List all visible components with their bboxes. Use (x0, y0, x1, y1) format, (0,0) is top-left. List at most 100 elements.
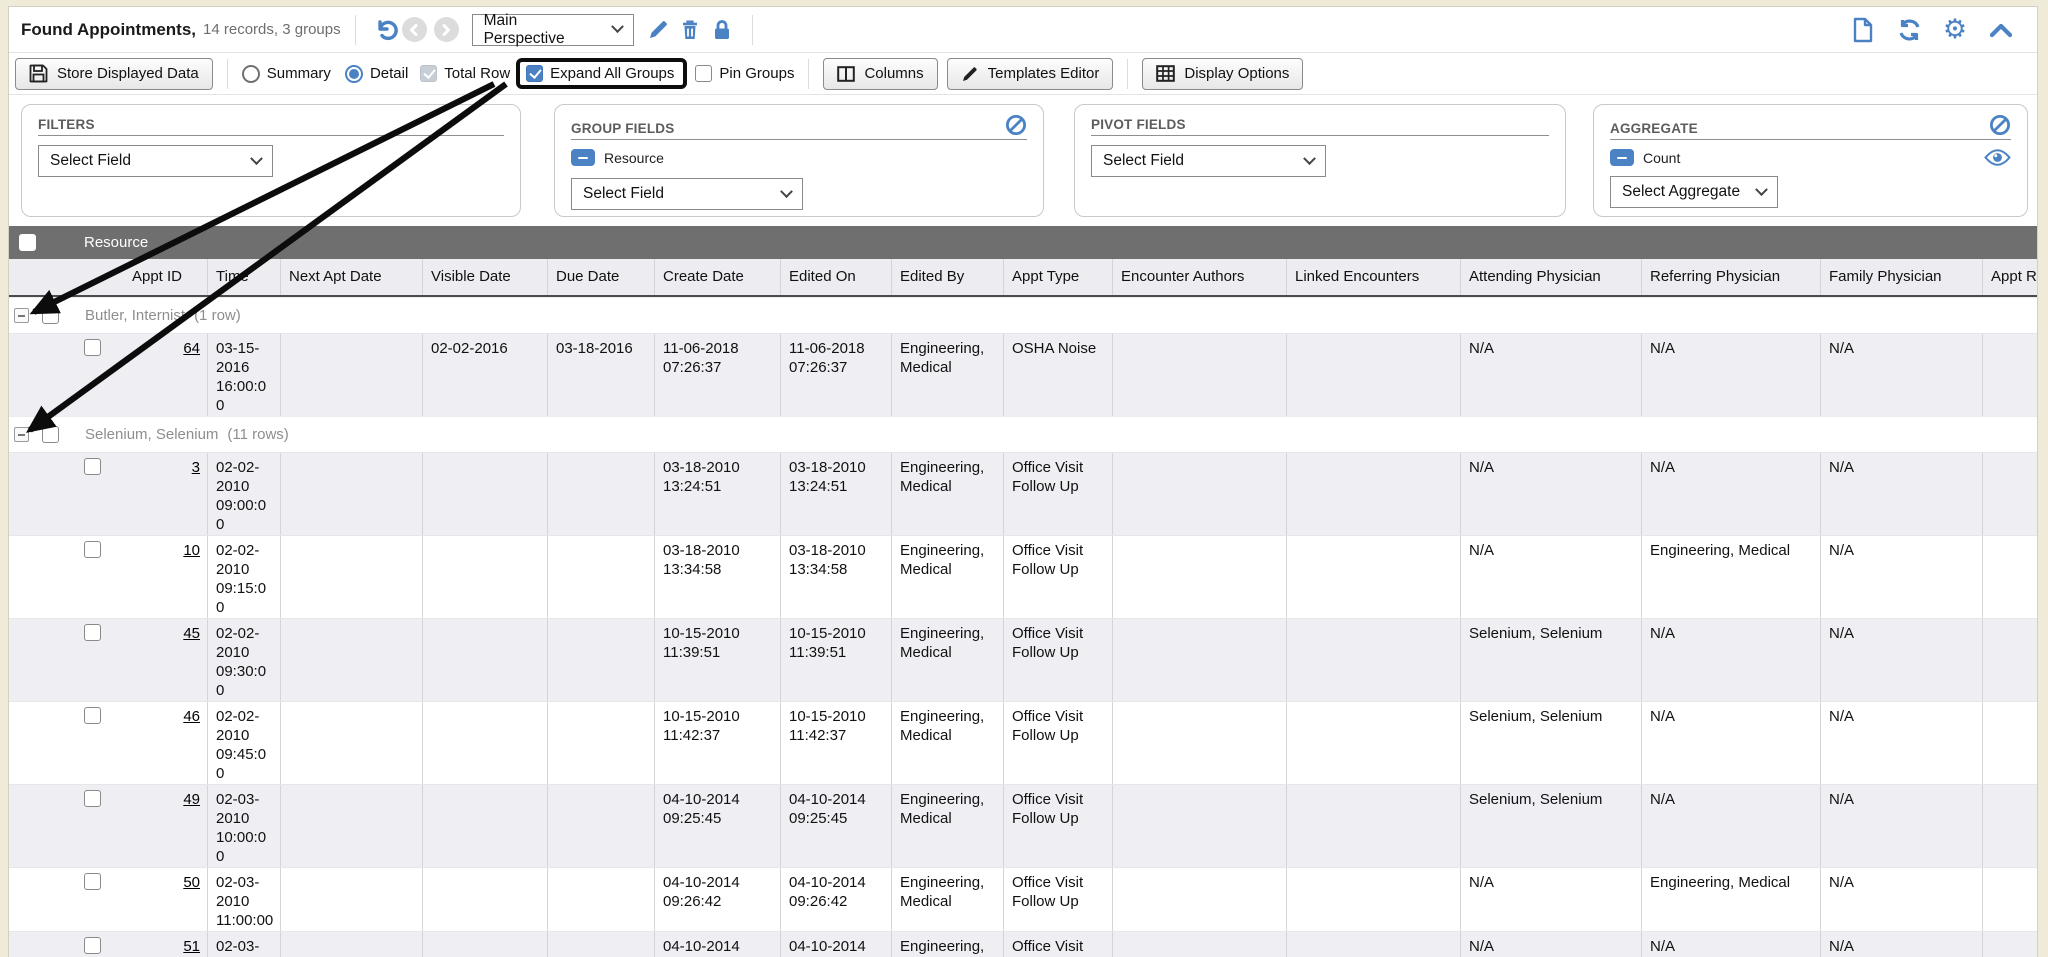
header-select-cell (9, 259, 106, 295)
column-header[interactable]: Next Apt Date (280, 259, 422, 295)
row-select-cell (9, 785, 106, 867)
delete-perspective-icon[interactable] (674, 14, 706, 46)
summary-radio[interactable]: Summary (242, 65, 331, 83)
undo-icon[interactable] (370, 14, 402, 46)
appt-id-link[interactable]: 51 (183, 938, 200, 955)
group-checkbox[interactable] (42, 307, 59, 324)
collapse-group-button[interactable] (14, 308, 29, 323)
table-cell: 04-10-2014 09:30:20 (654, 932, 780, 957)
column-header[interactable]: Visible Date (422, 259, 547, 295)
collapse-group-button[interactable] (14, 427, 29, 442)
row-checkbox[interactable] (84, 541, 101, 558)
column-header[interactable]: Linked Encounters (1286, 259, 1460, 295)
select-all-checkbox[interactable] (19, 234, 36, 251)
row-checkbox[interactable] (84, 339, 101, 356)
total-row-checkbox-box[interactable] (420, 65, 437, 82)
table-cell (547, 932, 654, 957)
column-header[interactable]: Attending Physician (1460, 259, 1641, 295)
lock-perspective-icon[interactable] (706, 14, 738, 46)
group-checkbox[interactable] (42, 426, 59, 443)
gear-icon[interactable]: ⚙ (1939, 14, 1971, 46)
refresh-icon[interactable] (1893, 14, 1925, 46)
expand-all-groups-checkbox[interactable] (526, 65, 543, 82)
store-displayed-data-button[interactable]: Store Displayed Data (15, 58, 213, 90)
column-header[interactable]: Create Date (654, 259, 780, 295)
columns-button[interactable]: Columns (823, 58, 937, 90)
table-cell: 02-03-2010 11:00:00 (207, 868, 280, 931)
new-document-icon[interactable] (1847, 14, 1879, 46)
save-icon (29, 64, 48, 83)
column-header[interactable]: Time (207, 259, 280, 295)
appt-id-link[interactable]: 3 (192, 459, 200, 476)
row-checkbox[interactable] (84, 458, 101, 475)
column-header[interactable]: Due Date (547, 259, 654, 295)
appt-id-link[interactable]: 50 (183, 874, 200, 891)
table-cell: Engineering, Medical (891, 619, 1003, 701)
table-cell: Office Visit Follow Up (1003, 536, 1112, 618)
clear-group-fields-icon[interactable] (1005, 114, 1027, 136)
detail-radio-circle[interactable] (345, 65, 363, 83)
chevron-down-icon (250, 152, 263, 165)
pivot-fields-header: PIVOT FIELDS (1091, 117, 1186, 132)
prev-perspective-icon[interactable] (402, 17, 427, 42)
next-perspective-icon[interactable] (434, 17, 459, 42)
aggregate-select[interactable]: Select Aggregate (1610, 176, 1778, 208)
row-checkbox[interactable] (84, 624, 101, 641)
perspective-select[interactable]: Main Perspective (472, 14, 634, 46)
table-cell (1982, 334, 2038, 416)
column-header[interactable]: Appt ID (106, 259, 207, 295)
column-header[interactable]: Family Physician (1820, 259, 1982, 295)
appt-id-link[interactable]: 10 (183, 542, 200, 559)
remove-group-field-button[interactable] (571, 149, 595, 166)
row-checkbox[interactable] (84, 790, 101, 807)
table-cell (547, 619, 654, 701)
table-cell (280, 619, 422, 701)
collapse-panel-icon[interactable] (1985, 14, 2017, 46)
appt-id-link[interactable]: 64 (183, 340, 200, 357)
aggregate-visibility-eye-icon[interactable] (1984, 149, 2011, 166)
clear-aggregate-icon[interactable] (1989, 114, 2011, 136)
row-checkbox[interactable] (84, 873, 101, 890)
group-row: Selenium, Selenium(11 rows) (9, 416, 2037, 452)
filters-select-field[interactable]: Select Field (38, 145, 273, 177)
row-checkbox[interactable] (84, 937, 101, 954)
pin-groups-checkbox-box[interactable] (695, 65, 712, 82)
appt-id-link[interactable]: 45 (183, 625, 200, 642)
group-fields-select-field[interactable]: Select Field (571, 178, 803, 210)
column-header[interactable]: Edited By (891, 259, 1003, 295)
row-checkbox[interactable] (84, 707, 101, 724)
templates-editor-button[interactable]: Templates Editor (947, 58, 1114, 90)
table-cell: 10-15-2010 11:42:37 (780, 702, 891, 784)
detail-radio[interactable]: Detail (345, 65, 408, 83)
table-cell: 11-06-2018 07:26:37 (654, 334, 780, 416)
table-cell: 04-10-2014 09:26:42 (654, 868, 780, 931)
pivot-select-field[interactable]: Select Field (1091, 145, 1326, 177)
pin-groups-checkbox[interactable]: Pin Groups (695, 65, 794, 82)
table-cell: 03-18-2010 13:34:58 (654, 536, 780, 618)
column-header[interactable]: Appt Type (1003, 259, 1112, 295)
table-row: 4602-02-2010 09:45:0010-15-2010 11:42:37… (9, 701, 2037, 784)
total-row-checkbox[interactable]: Total Row (420, 65, 510, 82)
column-header[interactable]: Encounter Authors (1112, 259, 1286, 295)
column-header[interactable]: Edited On (780, 259, 891, 295)
column-header[interactable]: Appt Re (1982, 259, 2038, 295)
appt-id-link[interactable]: 46 (183, 708, 200, 725)
table-cell: 02-03-2010 12:30:00 (207, 932, 280, 957)
table-cell (1286, 868, 1460, 931)
table-cell (422, 932, 547, 957)
table-cell (1286, 334, 1460, 416)
table-cell (280, 453, 422, 535)
table-cell: N/A (1641, 785, 1820, 867)
edit-perspective-icon[interactable] (642, 14, 674, 46)
page-title: Found Appointments, (21, 20, 196, 40)
appt-id-link[interactable]: 49 (183, 791, 200, 808)
table-cell: N/A (1641, 702, 1820, 784)
group-label: Selenium, Selenium (85, 426, 218, 443)
summary-radio-circle[interactable] (242, 65, 260, 83)
column-header[interactable]: Referring Physician (1641, 259, 1820, 295)
table-cell: N/A (1460, 334, 1641, 416)
remove-aggregate-button[interactable] (1610, 149, 1634, 166)
divider (1127, 59, 1128, 89)
display-options-button[interactable]: Display Options (1142, 58, 1303, 90)
table-cell: Office Visit Follow Up (1003, 932, 1112, 957)
